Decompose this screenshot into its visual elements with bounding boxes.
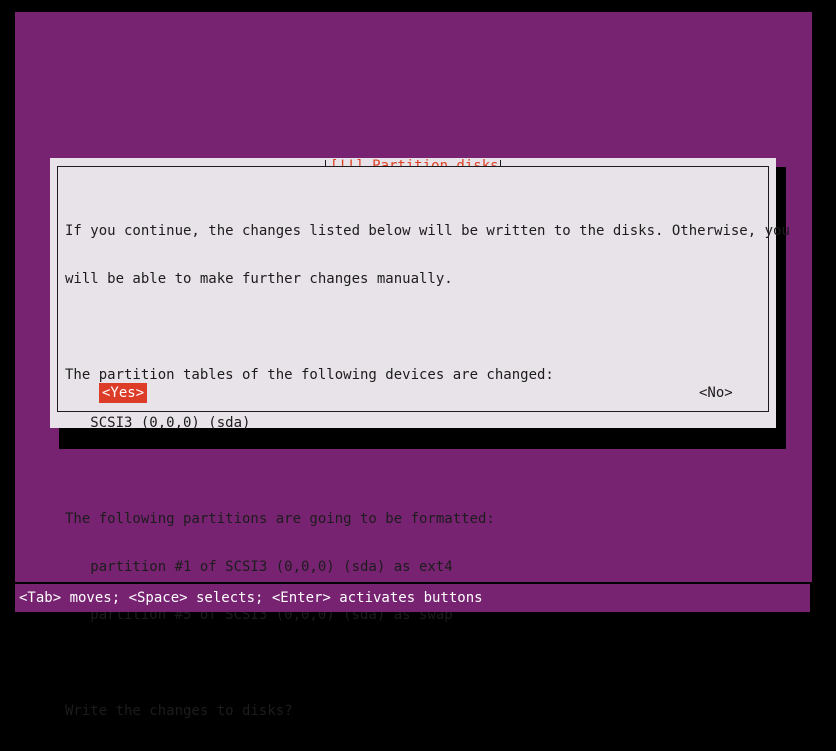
partition-tables-item-1: SCSI3 (0,0,0) (sda) [65, 415, 251, 431]
partition-disks-dialog: [!!] Partition disks If you continue, th… [50, 158, 790, 719]
formatted-partitions-item-1: partition #1 of SCSI3 (0,0,0) (sda) as e… [65, 559, 453, 575]
formatted-partitions-heading: The following partitions are going to be… [65, 511, 495, 527]
dialog-button-row: <Yes> <No> [58, 383, 768, 405]
intro-line-1: If you continue, the changes listed belo… [65, 223, 790, 239]
keyboard-help-bar: <Tab> moves; <Space> selects; <Enter> ac… [15, 584, 810, 612]
no-button[interactable]: <No> [696, 383, 736, 403]
keyboard-help-text: <Tab> moves; <Space> selects; <Enter> ac… [19, 590, 483, 606]
yes-button[interactable]: <Yes> [99, 383, 148, 403]
spacer-3 [65, 655, 790, 671]
confirm-question: Write the changes to disks? [65, 703, 293, 719]
partition-tables-heading: The partition tables of the following de… [65, 367, 554, 383]
spacer-2 [65, 463, 790, 479]
dialog-message-text: If you continue, the changes listed belo… [65, 191, 790, 751]
spacer-1 [65, 319, 790, 335]
intro-line-2: will be able to make further changes man… [65, 271, 453, 287]
dialog-content-frame: If you continue, the changes listed belo… [57, 166, 790, 719]
console-screen: [!!] Partition disks If you continue, th… [0, 0, 836, 719]
